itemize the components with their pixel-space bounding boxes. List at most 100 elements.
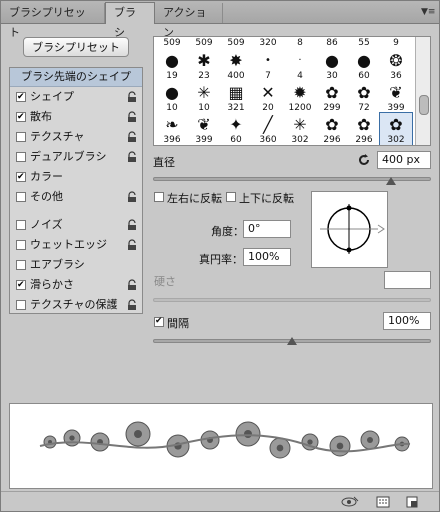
setting-checkbox[interactable] [16, 300, 26, 310]
brush-tip[interactable]: 509 [188, 37, 220, 49]
lock-icon[interactable] [126, 239, 138, 251]
setting-checkbox[interactable] [16, 192, 26, 202]
brush-tip[interactable]: ✱ 23 [188, 49, 220, 82]
settings-item[interactable]: テクスチャの保護 [10, 295, 142, 315]
setting-checkbox[interactable] [16, 92, 26, 102]
lock-icon[interactable] [126, 91, 138, 103]
brush-tip[interactable]: 8 [284, 37, 316, 49]
brush-tip-thumbnail-icon: ● [357, 50, 371, 70]
brush-tip[interactable]: ❦ 399 [380, 81, 412, 114]
brush-tip[interactable]: 9 [380, 37, 412, 49]
brush-tip[interactable]: ✳ 10 [188, 81, 220, 114]
brush-tip[interactable]: ❧ 396 [156, 113, 188, 146]
settings-item[interactable]: 散布 [10, 107, 142, 127]
brush-tip[interactable]: ● 30 [316, 49, 348, 82]
brush-tip[interactable]: ✿ 299 [316, 81, 348, 114]
brush-tip[interactable]: • 7 [252, 49, 284, 82]
lock-icon[interactable] [126, 191, 138, 203]
brush-tip[interactable]: ✕ 20 [252, 81, 284, 114]
brush-tip[interactable]: ▦ 321 [220, 81, 252, 114]
settings-item[interactable]: エアブラシ [10, 255, 142, 275]
setting-checkbox[interactable] [16, 240, 26, 250]
brush-tip[interactable]: 320 [252, 37, 284, 49]
spacing-label: 間隔 [167, 317, 189, 330]
brush-tip[interactable]: 55 [348, 37, 380, 49]
brush-tip-size: 296 [355, 135, 373, 145]
brush-tip[interactable]: ✿ 296 [316, 113, 348, 146]
flip-y-checkbox[interactable] [226, 192, 236, 202]
settings-item[interactable]: シェイプ [10, 87, 142, 107]
settings-item[interactable]: 滑らかさ [10, 275, 142, 295]
settings-item[interactable]: ウェットエッジ [10, 235, 142, 255]
scroll-thumb[interactable] [419, 95, 429, 115]
brush-tip[interactable]: 509 [156, 37, 188, 49]
brush-tip[interactable]: ✳ 302 [284, 113, 316, 146]
tab-actions[interactable]: アクション [155, 3, 223, 39]
brush-grid-scrollbar[interactable] [415, 37, 430, 145]
lock-icon[interactable] [126, 151, 138, 163]
setting-checkbox[interactable] [16, 260, 26, 270]
preview-flower-center [307, 439, 313, 445]
brush-tip[interactable]: ╱ 360 [252, 113, 284, 146]
tab-brush-presets[interactable]: ブラシプリセット [1, 3, 105, 39]
brush-presets-button[interactable]: ブラシプリセット [23, 37, 129, 57]
brush-tip-thumbnail-icon: ✹ [293, 82, 307, 102]
roundness-input[interactable]: 100% [243, 248, 291, 266]
settings-item[interactable]: ノイズ [10, 215, 142, 235]
brush-tip[interactable]: ● 60 [348, 49, 380, 82]
brush-tip[interactable]: ✹ 1200 [284, 81, 316, 114]
new-preset-icon[interactable] [405, 495, 419, 509]
brush-tip[interactable]: ✸ 400 [220, 49, 252, 82]
lock-icon[interactable] [126, 131, 138, 143]
brush-tip-grid: 509 509 509 320 8 86 55 9 ● 19 ✱ 23 ✸ 400 • 7 · 4 ● 30 ● 60 ❂ 3… [153, 36, 431, 146]
angle-roundness-widget[interactable] [311, 191, 388, 268]
brush-tip-size: 72 [358, 103, 370, 113]
diameter-slider-thumb[interactable] [386, 177, 396, 185]
toggle-preview-icon[interactable] [341, 495, 359, 509]
brush-grid-icon[interactable] [376, 495, 390, 509]
spacing-slider-thumb[interactable] [287, 337, 297, 345]
diameter-input[interactable]: 400 px [377, 151, 431, 169]
lock-icon[interactable] [126, 219, 138, 231]
brush-tip[interactable]: ✿ 296 [348, 113, 380, 146]
brush-tip[interactable]: ● 19 [156, 49, 188, 82]
setting-checkbox[interactable] [16, 172, 26, 182]
settings-item[interactable]: デュアルブラシ [10, 147, 142, 167]
settings-item[interactable]: カラー [10, 167, 142, 187]
brush-tip[interactable]: ✿ 72 [348, 81, 380, 114]
setting-checkbox[interactable] [16, 280, 26, 290]
brush-tip[interactable]: 509 [220, 37, 252, 49]
tab-brush[interactable]: ブラシ [105, 2, 155, 39]
brush-tip[interactable]: ❂ 36 [380, 49, 412, 82]
reset-size-icon[interactable] [357, 153, 371, 167]
lock-icon[interactable] [126, 111, 138, 123]
brush-tip-size: 23 [198, 71, 210, 81]
brush-tip-size: 400 [227, 71, 245, 81]
setting-checkbox[interactable] [16, 112, 26, 122]
brush-tip[interactable]: ✦ 60 [220, 113, 252, 146]
preview-flower-center [69, 435, 75, 441]
settings-item[interactable]: その他 [10, 187, 142, 207]
setting-label: デュアルブラシ [30, 150, 107, 163]
flip-x-checkbox[interactable] [154, 192, 164, 202]
brush-tip[interactable]: ● 10 [156, 81, 188, 114]
setting-checkbox[interactable] [16, 132, 26, 142]
flip-y-label: 上下に反転 [239, 192, 294, 205]
spacing-checkbox[interactable] [154, 316, 164, 327]
lock-icon[interactable] [126, 279, 138, 291]
lock-icon[interactable] [126, 299, 138, 311]
brush-tip[interactable]: ❦ 399 [188, 113, 220, 146]
brush-tip[interactable]: 86 [316, 37, 348, 49]
settings-item[interactable]: テクスチャ [10, 127, 142, 147]
bottom-bar [1, 491, 439, 512]
brush-tip[interactable]: · 4 [284, 49, 316, 82]
brush-tip-shape-item[interactable]: ブラシ先端のシェイプ [10, 68, 142, 87]
setting-checkbox[interactable] [16, 152, 26, 162]
setting-checkbox[interactable] [16, 220, 26, 230]
panel-menu-icon[interactable]: ▼≡ [421, 6, 435, 18]
brush-tip-thumbnail-icon: • [265, 54, 271, 66]
brush-tip[interactable]: ✿ 302 [379, 112, 413, 145]
angle-input[interactable]: 0° [243, 220, 291, 238]
brush-tip-size: 320 [259, 38, 277, 48]
spacing-input[interactable]: 100% [383, 312, 431, 330]
